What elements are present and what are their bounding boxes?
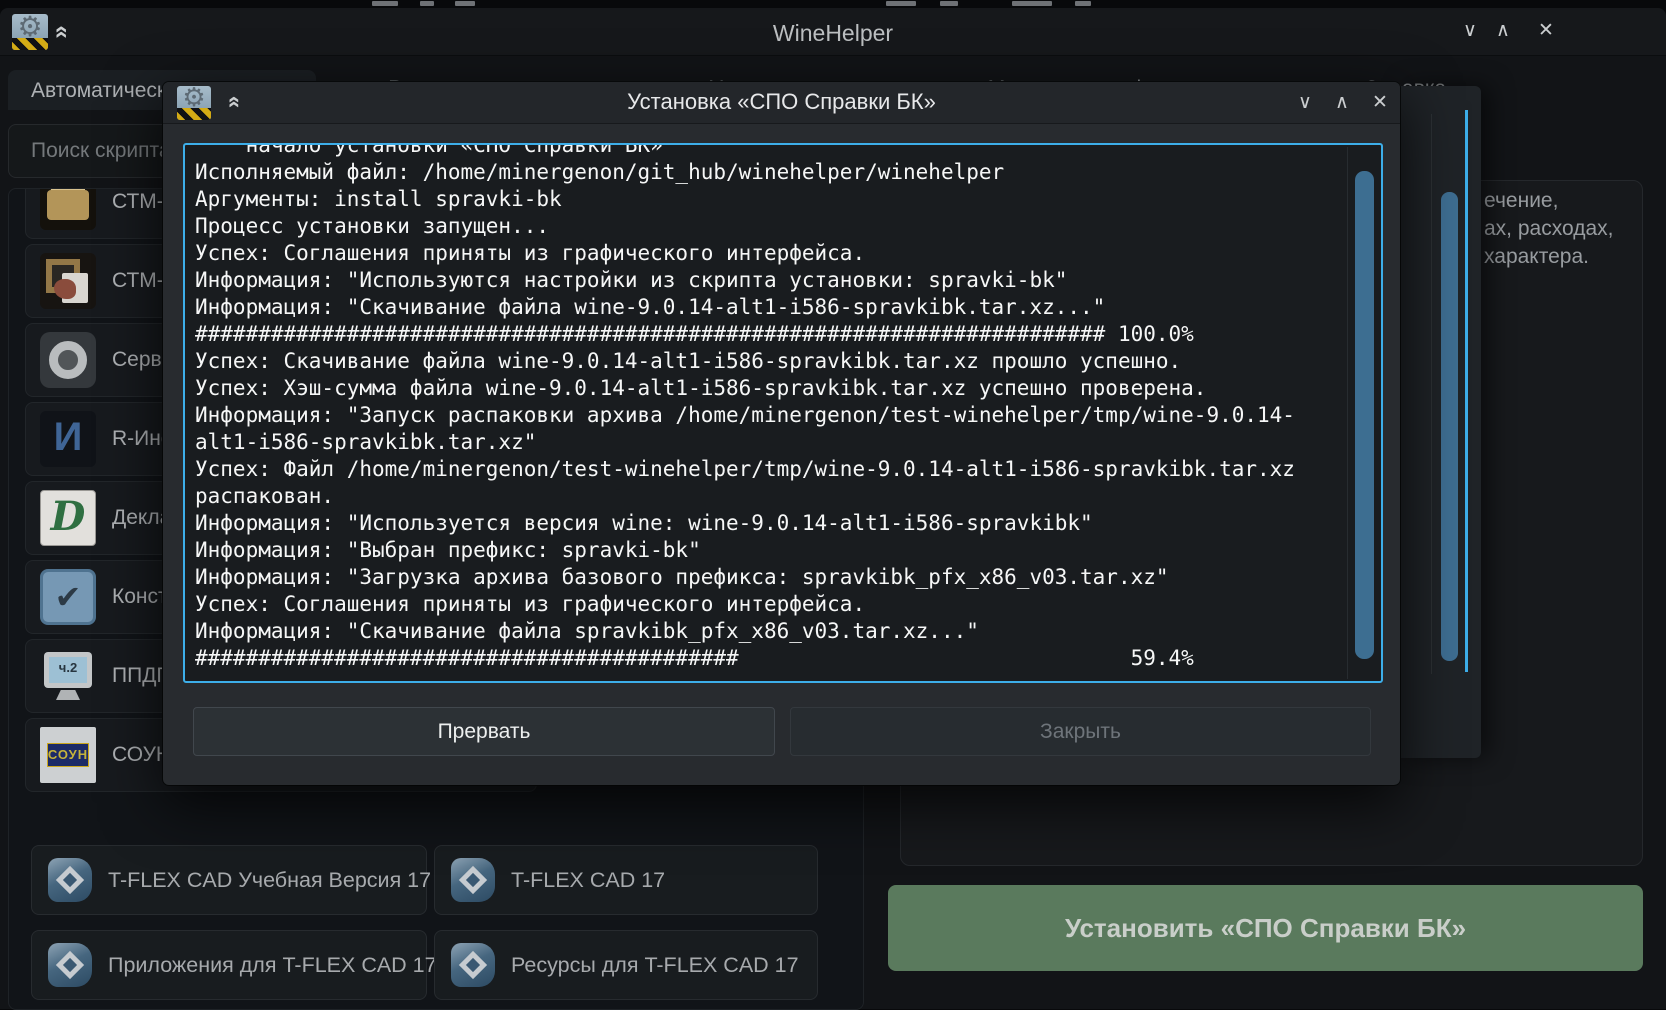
- tflex-logo-icon: [48, 858, 92, 902]
- background-window-fragment: [940, 1, 958, 6]
- list-item-label: Конст: [112, 561, 168, 633]
- tflex-logo-icon: [48, 943, 92, 987]
- tflex-logo-icon: [451, 858, 495, 902]
- background-window-fragment: [886, 1, 916, 6]
- tflex-logo-icon: [451, 943, 495, 987]
- maximize-icon[interactable]: ∧: [1328, 90, 1356, 116]
- background-window-fragment: [372, 1, 398, 6]
- minimize-icon[interactable]: ∨: [1291, 90, 1319, 116]
- tflex-apps-button[interactable]: Приложения для T-FLEX CAD 17: [31, 930, 427, 1000]
- description-text-fragment: ечение,: [1484, 189, 1558, 213]
- description-text-fragment: ах, расходах,: [1484, 217, 1613, 241]
- close-icon[interactable]: ✕: [1366, 90, 1394, 116]
- background-window-fragment: [420, 1, 434, 6]
- soun-icon: СОУН: [40, 727, 96, 783]
- main-window-title: WineHelper: [0, 20, 1666, 47]
- declaration-icon: D: [40, 490, 96, 546]
- install-log-output[interactable]: начало установки «СПО Справки БК» Исполн…: [183, 143, 1383, 683]
- tflex-cad-button[interactable]: T-FLEX CAD 17: [434, 845, 818, 915]
- tflex-cad-study-button[interactable]: T-FLEX CAD Учебная Версия 17: [31, 845, 427, 915]
- ring-icon: [40, 332, 96, 388]
- scrollbar-track: [1347, 147, 1348, 679]
- tflex-resources-button[interactable]: Ресурсы для T-FLEX CAD 17: [434, 930, 818, 1000]
- install-spravki-bk-button[interactable]: Установить «СПО Справки БК»: [888, 885, 1643, 971]
- scrollbar-track: [1431, 114, 1432, 674]
- stm-frame-icon: [40, 253, 96, 309]
- background-dialog-edge: [1400, 86, 1481, 758]
- button-label: T-FLEX CAD 17: [511, 846, 665, 914]
- button-label: Ресурсы для T-FLEX CAD 17: [511, 931, 799, 999]
- minimize-icon[interactable]: ∨: [1456, 18, 1484, 44]
- installation-dialog: ⚙ « Установка «СПО Справки БК» ∨ ∧ ✕ нач…: [163, 82, 1400, 785]
- button-label: Приложения для T-FLEX CAD 17: [108, 931, 437, 999]
- dialog-title: Установка «СПО Справки БК»: [163, 89, 1400, 115]
- close-button-disabled[interactable]: Закрыть: [790, 707, 1371, 756]
- scrollbar-thumb[interactable]: [1355, 171, 1374, 659]
- scrollbar-thumb[interactable]: [1441, 192, 1458, 661]
- main-titlebar: ⚙ « WineHelper ∨ ∧ ✕: [0, 8, 1666, 56]
- background-window-fragment: [455, 1, 475, 6]
- button-label: T-FLEX CAD Учебная Версия 17: [108, 846, 431, 914]
- list-item-label: ППДГ: [112, 640, 168, 712]
- dialog-titlebar: ⚙ « Установка «СПО Справки БК» ∨ ∧ ✕: [163, 82, 1400, 124]
- letter-i-icon: И: [40, 411, 96, 467]
- focus-border-edge: [1465, 110, 1468, 672]
- monitor-icon: ч.2: [40, 648, 96, 704]
- screen-check-icon: ✔: [40, 569, 96, 625]
- background-window-fragment: [1075, 1, 1091, 6]
- stm-archive-icon: [40, 188, 96, 230]
- close-icon[interactable]: ✕: [1532, 18, 1560, 44]
- description-text-fragment: характера.: [1484, 245, 1589, 269]
- abort-button[interactable]: Прервать: [193, 707, 775, 756]
- maximize-icon[interactable]: ∧: [1489, 18, 1517, 44]
- background-window-fragment: [1012, 1, 1052, 6]
- log-text: начало установки «СПО Справки БК» Исполн…: [195, 143, 1295, 672]
